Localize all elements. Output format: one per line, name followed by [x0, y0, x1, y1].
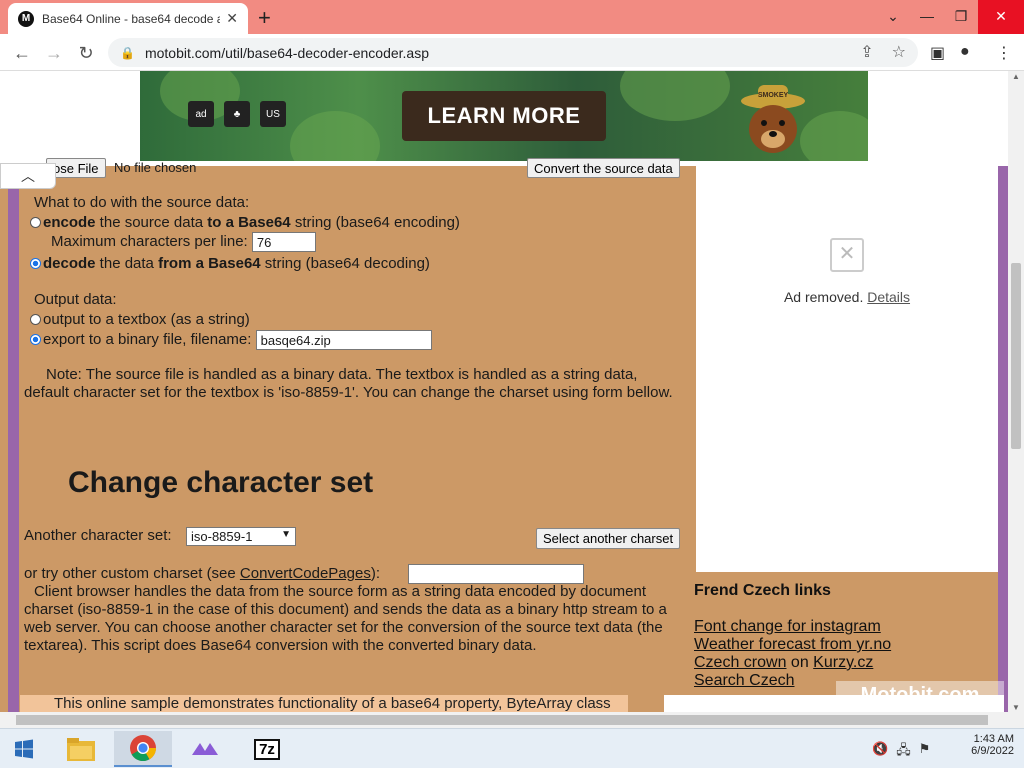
smokey-ad-banner[interactable]: ad ♣ US LEARN MORE SMOKEY	[140, 71, 868, 161]
export-file-option[interactable]: export to a binary file, filename: basqe…	[30, 330, 432, 350]
charset-paragraph: Client browser handles the data from the…	[24, 583, 667, 654]
app-taskbar[interactable]	[176, 731, 234, 767]
window-controls: ⌄ — ❐ ✕	[876, 0, 1024, 34]
change-charset-heading: Change character set	[68, 466, 374, 499]
custom-charset-row: or try other custom charset (see Convert…	[24, 565, 381, 582]
bookmark-star-icon[interactable]: ☆	[892, 42, 906, 62]
sample-banner: This online sample demonstrates function…	[20, 695, 628, 712]
tab-title: Base64 Online - base64 decode a	[42, 11, 221, 26]
decode-option[interactable]: decode the data from a Base64 string (ba…	[30, 255, 430, 272]
back-icon[interactable]: ←	[10, 41, 34, 65]
vertical-scroll-thumb[interactable]	[1011, 263, 1021, 449]
usfs-logo: US	[260, 101, 286, 127]
close-window-icon[interactable]: ✕	[978, 0, 1024, 34]
tab-strip: M Base64 Online - base64 decode a ✕ + ⌄ …	[0, 0, 1024, 34]
encode-radio[interactable]	[30, 217, 41, 228]
7zip-taskbar[interactable]: 7z	[238, 731, 296, 767]
left-border	[8, 166, 19, 712]
max-chars-row: Maximum characters per line: 76	[51, 232, 316, 252]
czech-links-title: Frend Czech links	[694, 582, 831, 599]
minimize-icon[interactable]: —	[910, 0, 944, 34]
forward-icon[interactable]: →	[42, 41, 66, 65]
network-icon[interactable]: 🖧	[896, 741, 911, 763]
smokey-bear-icon: SMOKEY	[741, 85, 805, 153]
windows-logo-icon	[15, 739, 33, 759]
max-chars-input[interactable]: 76	[251, 232, 316, 252]
ad-removed-icon: ✕	[830, 238, 864, 272]
output-textbox-option[interactable]: output to a textbox (as a string)	[30, 311, 250, 328]
font-change-link[interactable]: Font change for instagram	[694, 618, 881, 635]
note-text: Note: The source file is handled as a bi…	[24, 366, 673, 401]
ad-logos: ad ♣ US	[188, 101, 286, 127]
ad-removed-panel: ✕ Ad removed. Details	[696, 166, 998, 572]
folder-icon	[67, 738, 95, 761]
page-content: ad ♣ US LEARN MORE SMOKEY ︿ ose File No …	[0, 71, 1008, 712]
file-status: No file chosen	[114, 160, 197, 175]
select-charset-button[interactable]: Select another charset	[536, 528, 681, 549]
filename-input[interactable]: basqe64.zip	[255, 330, 432, 350]
lock-icon[interactable]: 🔒	[120, 46, 135, 60]
site-favicon-icon: M	[18, 10, 34, 27]
clock-time: 1:43 AM	[973, 733, 1014, 745]
smokey-hat-text: SMOKEY	[758, 92, 789, 99]
chrome-taskbar[interactable]	[114, 731, 172, 767]
ad-council-logo: ad	[188, 101, 214, 127]
clock-date: 6/9/2022	[971, 745, 1014, 757]
right-border	[998, 166, 1008, 712]
forest-logo: ♣	[224, 101, 250, 127]
7zip-icon: 7z	[254, 738, 280, 760]
new-tab-button[interactable]: +	[258, 5, 271, 31]
scroll-up-icon[interactable]: ▲	[1008, 71, 1024, 83]
tab-search-icon[interactable]: ⌄	[876, 0, 910, 34]
browser-toolbar: ← → ↻ 🔒 motobit.com/util/base64-decoder-…	[0, 34, 1024, 71]
encode-option[interactable]: encode the source data to a Base64 strin…	[30, 214, 460, 231]
convert-button[interactable]: Convert the source data	[527, 158, 680, 178]
notification-flag-icon[interactable]: ⚑	[919, 741, 931, 763]
side-panel-icon[interactable]: ▣	[930, 43, 945, 63]
output-textbox-radio[interactable]	[30, 314, 41, 325]
system-tray-icons: 🔇 🖧 ⚑	[872, 741, 930, 763]
browser-tab[interactable]: M Base64 Online - base64 decode a ✕	[8, 3, 248, 34]
another-charset-label: Another character set:	[24, 527, 172, 544]
restore-icon[interactable]: ❐	[944, 0, 978, 34]
max-chars-label: Maximum characters per line:	[51, 232, 248, 250]
collapse-chevron-icon[interactable]: ︿	[0, 163, 56, 189]
horizontal-scroll-thumb[interactable]	[16, 715, 988, 725]
search-czech-link[interactable]: Search Czech	[694, 672, 795, 689]
file-explorer-taskbar[interactable]	[52, 731, 110, 767]
purple-app-icon	[192, 743, 218, 755]
convert-codepages-link[interactable]: ConvertCodePages	[240, 565, 371, 582]
share-icon[interactable]: ⇪	[860, 42, 873, 62]
menu-icon[interactable]: ⋮	[996, 43, 1012, 63]
motobit-watermark: Motobit.com	[836, 681, 1004, 709]
ad-removed-text: Ad removed. Details	[783, 289, 911, 305]
horizontal-scrollbar[interactable]	[0, 712, 1024, 728]
clock[interactable]: 1:43 AM 6/9/2022	[971, 733, 1014, 757]
windows-taskbar: 7z 🔇 🖧 ⚑ 1:43 AM 6/9/2022	[0, 728, 1024, 768]
czech-crown-link[interactable]: Czech crown	[694, 654, 786, 671]
start-button[interactable]	[0, 731, 48, 767]
url-text: motobit.com/util/base64-decoder-encoder.…	[144, 44, 430, 61]
ad-details-link[interactable]: Details	[867, 289, 910, 305]
export-file-radio[interactable]	[30, 333, 41, 345]
decode-radio[interactable]	[30, 258, 41, 269]
czech-links: Frend Czech links Font change for instag…	[694, 582, 994, 690]
what-to-do-label: What to do with the source data:	[34, 194, 250, 211]
close-tab-icon[interactable]: ✕	[226, 10, 238, 27]
weather-link[interactable]: Weather forecast from yr.no	[694, 636, 891, 653]
profile-avatar-icon[interactable]: ●	[960, 43, 970, 61]
kurzy-link[interactable]: Kurzy.cz	[813, 654, 873, 671]
charset-select[interactable]: iso-8859-1 ▼	[186, 527, 296, 546]
vertical-scrollbar[interactable]: ▲ ▼	[1008, 71, 1024, 712]
volume-muted-icon[interactable]: 🔇	[872, 741, 888, 763]
reload-icon[interactable]: ↻	[74, 41, 98, 65]
scroll-down-icon[interactable]: ▼	[1008, 703, 1024, 712]
custom-charset-input[interactable]	[408, 564, 584, 584]
address-bar[interactable]: 🔒 motobit.com/util/base64-decoder-encode…	[108, 38, 918, 67]
learn-more-button[interactable]: LEARN MORE	[402, 91, 606, 141]
output-label: Output data:	[34, 291, 117, 308]
chrome-icon	[130, 735, 157, 762]
